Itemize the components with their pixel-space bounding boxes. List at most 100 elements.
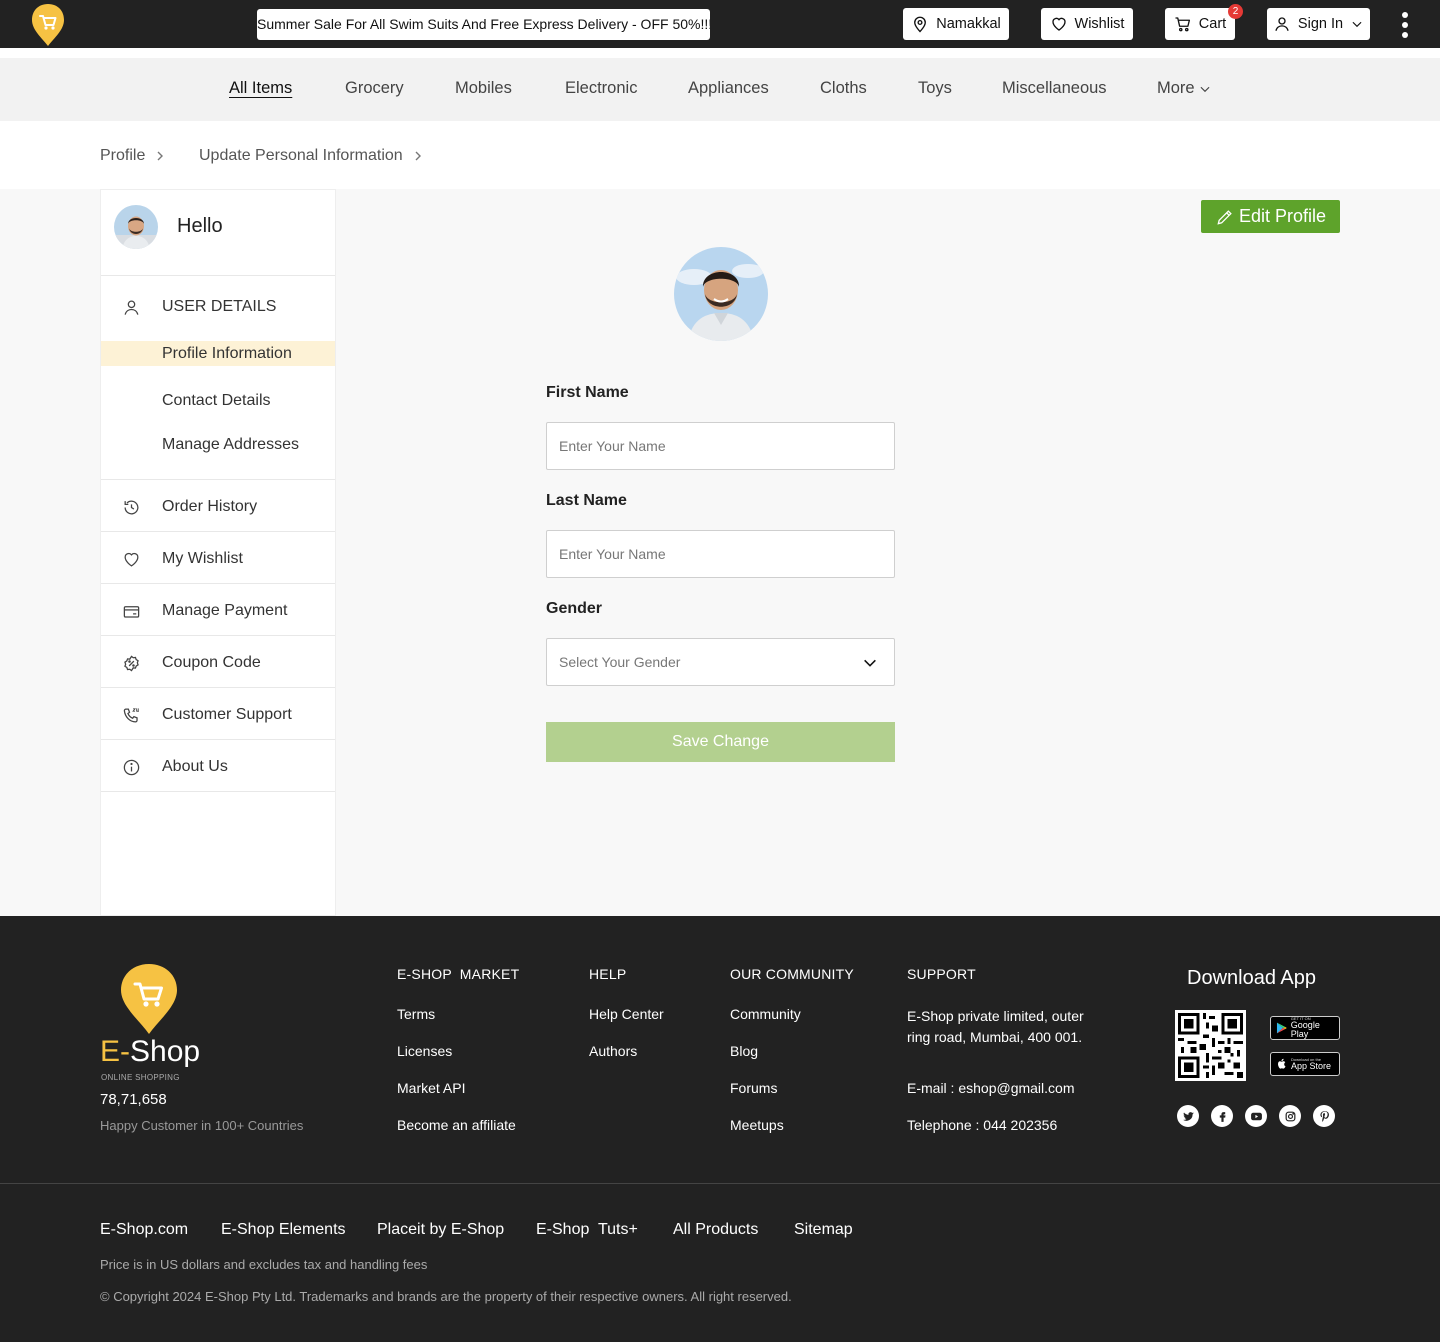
sidebar-item-label: Manage Addresses [162,436,299,453]
footer-bottom-link-tuts[interactable]: E-Shop Tuts+ [536,1221,638,1239]
eshop-logo-icon[interactable] [30,2,66,46]
sign-in-label: Sign In [1297,16,1344,32]
sidebar-section-user-details[interactable]: USER DETAILS [101,292,335,322]
sidebar-item-label: Order History [162,498,258,515]
promo-banner[interactable]: Summer Sale For All Swim Suits And Free … [257,9,710,40]
location-button[interactable]: Namakkal [903,8,1009,40]
footer-bottom-link-sitemap[interactable]: Sitemap [794,1221,853,1239]
twitter-icon[interactable] [1177,1105,1199,1127]
wishlist-button[interactable]: Wishlist [1041,8,1133,40]
category-nav: All Items Grocery Mobiles Electronic App… [0,58,1440,121]
footer-bottom-link-elements[interactable]: E-Shop Elements [221,1221,346,1239]
user-icon [1275,17,1289,31]
sidebar-item-contact-details[interactable]: Contact Details [101,386,335,416]
footer-bottom-link-eshop-com[interactable]: E-Shop.com [100,1221,188,1239]
eshop-logo-icon[interactable] [119,962,179,1034]
sidebar-section-label: USER DETAILS [162,298,277,315]
cart-count-badge: 2 [1228,4,1243,19]
sidebar-item-manage-payment[interactable]: Manage Payment [101,596,335,626]
last-name-label: Last Name [546,492,627,509]
location-label: Namakkal [936,16,1001,32]
chevron-down-icon [1200,86,1210,92]
category-mobiles[interactable]: Mobiles [455,79,512,98]
support-phone[interactable]: Telephone : 044 202356 [907,1117,1057,1133]
greeting-text: Hello [177,215,223,237]
footer-link-market-api[interactable]: Market API [397,1080,465,1096]
footer-link-affiliate[interactable]: Become an affiliate [397,1117,516,1133]
last-name-input[interactable] [546,530,895,578]
chevron-right-icon [157,151,164,161]
category-electronic[interactable]: Electronic [565,79,637,98]
category-miscellaneous[interactable]: Miscellaneous [1002,79,1107,98]
footer-link-help-center[interactable]: Help Center [589,1006,664,1022]
footer-link-terms[interactable]: Terms [397,1006,435,1022]
footer-heading-community: OUR COMMUNITY [730,966,854,982]
facebook-icon[interactable] [1211,1105,1233,1127]
divider [101,479,335,480]
customer-count-note: Happy Customer in 100+ Countries [100,1118,304,1133]
edit-profile-button[interactable]: Edit Profile [1201,200,1340,233]
footer-bottom-link-placeit[interactable]: Placeit by E-Shop [377,1221,504,1239]
sidebar-item-label: About Us [162,758,228,775]
footer-link-meetups[interactable]: Meetups [730,1117,784,1133]
breadcrumb-profile[interactable]: Profile [100,147,165,165]
footer-link-authors[interactable]: Authors [589,1043,637,1059]
category-grocery[interactable]: Grocery [345,79,404,98]
category-toys[interactable]: Toys [918,79,952,98]
footer-divider [0,1183,1440,1184]
breadcrumb-update-label: Update Personal Information [199,147,403,164]
save-change-button[interactable]: Save Change [546,722,895,762]
instagram-icon[interactable] [1279,1105,1301,1127]
footer-bottom-link-all-products[interactable]: All Products [673,1221,758,1239]
app-store-label: App Store [1291,1060,1332,1071]
brand-name: Shop [130,1035,201,1068]
cart-button[interactable]: Cart [1165,8,1235,40]
sidebar-item-order-history[interactable]: Order History [101,492,335,522]
google-play-icon [1276,1022,1287,1034]
google-play-button[interactable]: GET IT ON Google Play [1270,1016,1340,1040]
first-name-input[interactable] [546,422,895,470]
footer-link-community[interactable]: Community [730,1006,801,1022]
divider [101,687,335,688]
sign-in-button[interactable]: Sign In [1267,8,1370,40]
youtube-icon[interactable] [1245,1105,1267,1127]
edit-profile-label: Edit Profile [1238,206,1327,226]
footer-link-forums[interactable]: Forums [730,1080,777,1096]
card-icon [121,601,141,621]
category-all-items[interactable]: All Items [229,79,292,98]
divider [101,791,335,792]
sidebar-item-coupon-code[interactable]: Coupon Code [101,648,335,678]
breadcrumb-update-info[interactable]: Update Personal Information [199,147,423,165]
support-email[interactable]: E-mail : eshop@gmail.com [907,1080,1075,1096]
sidebar-item-label: Contact Details [162,392,271,409]
profile-photo[interactable] [674,247,768,341]
footer-link-blog[interactable]: Blog [730,1043,758,1059]
wishlist-label: Wishlist [1074,16,1125,32]
sidebar-item-about-us[interactable]: About Us [101,752,335,782]
coupon-icon [121,653,141,673]
cart-icon [1175,17,1190,32]
footer-brand: E-Shop [100,1035,200,1069]
gender-select[interactable]: Select Your Gender [546,638,895,686]
more-options-icon[interactable] [1396,10,1414,40]
divider [101,583,335,584]
sidebar-item-profile-information[interactable]: Profile Information [101,339,335,369]
sidebar-item-customer-support[interactable]: Customer Support [101,700,335,730]
sidebar-item-my-wishlist[interactable]: My Wishlist [101,544,335,574]
pencil-icon [1217,209,1232,225]
app-store-button[interactable]: Download on the App Store [1270,1052,1340,1076]
sidebar-item-manage-addresses[interactable]: Manage Addresses [101,430,335,460]
footer-heading-market: E-SHOP MARKET [397,966,520,982]
category-appliances[interactable]: Appliances [688,79,769,98]
category-cloths[interactable]: Cloths [820,79,867,98]
brand-tagline: ONLINE SHOPPING [101,1073,180,1082]
category-more[interactable]: More [1157,79,1212,98]
download-app-title: Download App [1187,967,1316,989]
qr-code [1175,1010,1246,1081]
footer-heading-help: HELP [589,966,627,982]
sidebar-item-label: Manage Payment [162,602,288,619]
history-icon [121,497,141,517]
footer-link-licenses[interactable]: Licenses [397,1043,452,1059]
phone-24-icon [121,705,141,725]
pinterest-icon[interactable] [1313,1105,1335,1127]
